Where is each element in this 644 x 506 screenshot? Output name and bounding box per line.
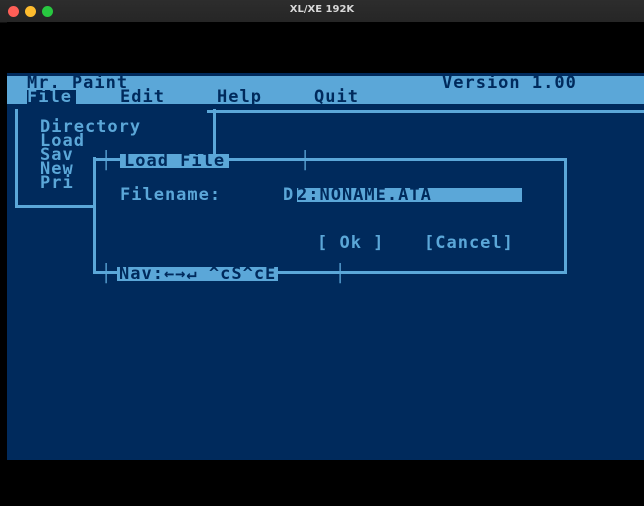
menu-file[interactable]: File [27, 89, 76, 106]
filename-drive-prefix[interactable]: D [283, 187, 294, 204]
filename-label: Filename: [120, 185, 222, 205]
menu-separator-line [207, 110, 644, 113]
atari-playfield[interactable]: Mr. Paint Version 1.00 File Edit Help Qu… [7, 73, 644, 460]
cancel-button[interactable]: [Cancel] [424, 235, 514, 252]
emulator-screen[interactable]: Mr. Paint Version 1.00 File Edit Help Qu… [7, 22, 644, 506]
window-titlebar: XL/XE 192K [0, 0, 644, 23]
menu-quit[interactable]: Quit [314, 89, 359, 106]
file-menu-item-print[interactable]: Pri [40, 175, 74, 192]
ok-button[interactable]: [ Ok ] [317, 235, 384, 252]
menu-help[interactable]: Help [217, 89, 262, 106]
dialog-left-tick [93, 157, 96, 170]
menu-edit[interactable]: Edit [120, 89, 165, 106]
filename-input[interactable]: 2:NONAME.ATA [297, 187, 522, 204]
nav-hint: Nav:←→↵ ^cS^cE [117, 264, 279, 284]
window-title: XL/XE 192K [289, 4, 355, 15]
version-label: Version 1.00 [442, 73, 577, 93]
dialog-title: Load File [120, 153, 230, 170]
dialog-frame [93, 158, 567, 274]
